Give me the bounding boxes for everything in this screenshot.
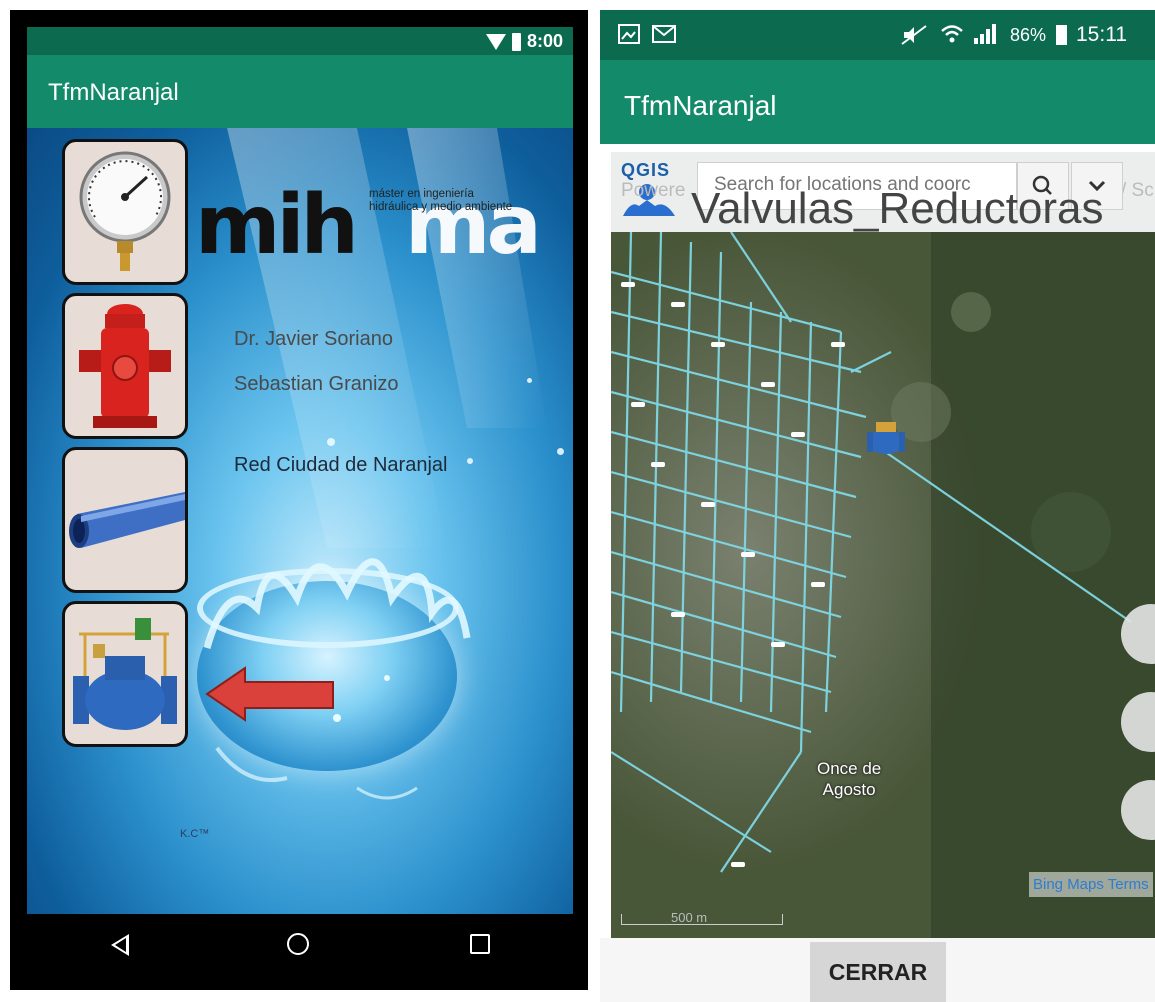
- home-icon[interactable]: [287, 933, 309, 955]
- place-label-line1: Once de: [817, 759, 882, 778]
- fire-hydrant-icon: [79, 304, 171, 428]
- water-splash-crown: [203, 558, 471, 800]
- pipe-icon: [69, 492, 185, 548]
- author-director: Dr. Javier Soriano: [234, 328, 393, 350]
- water-drop: [527, 378, 532, 383]
- right-phone-screen: 86% 15:11 TfmNaranjal QGIS Powere / Sc S…: [600, 10, 1155, 1002]
- left-status-bar: 8:00: [27, 27, 573, 55]
- signal-icon: [974, 24, 996, 44]
- close-button[interactable]: CERRAR: [810, 942, 946, 1002]
- mail-icon: [652, 25, 676, 43]
- logo-tagline-line1: máster en ingeniería: [369, 188, 474, 200]
- qgis-logo: QGIS: [621, 160, 671, 180]
- pressure-gauge-icon: [79, 151, 171, 271]
- network-title: Red Ciudad de Naranjal: [234, 454, 448, 476]
- gallery-icon: [618, 24, 640, 44]
- left-app-title: TfmNaranjal: [48, 79, 179, 106]
- logo-tagline-line2: hidráulica y medio ambiente: [369, 201, 513, 213]
- menu-tile-gauge[interactable]: [62, 139, 188, 285]
- watermark: K.C™: [180, 828, 210, 840]
- left-status-indicators: 8:00: [485, 31, 563, 52]
- water-drop: [327, 438, 335, 446]
- left-status-time: 8:00: [526, 31, 563, 51]
- logo-tagline: máster en ingeniería hidráulica y medio …: [369, 188, 512, 214]
- battery-percent: 86%: [1010, 25, 1047, 45]
- recent-apps-icon[interactable]: [470, 934, 490, 954]
- left-app-bar: TfmNaranjal: [27, 55, 573, 128]
- place-label-line2: Agosto: [822, 780, 876, 799]
- back-icon-inner: [115, 938, 126, 952]
- right-app-bar: TfmNaranjal: [600, 60, 1155, 144]
- author-student: Sebastian Granizo: [234, 373, 399, 395]
- water-drop: [557, 448, 564, 455]
- bing-attribution-link[interactable]: Bing Maps Terms: [1029, 872, 1153, 897]
- battery-icon: [1056, 25, 1067, 45]
- scale-label: 500 m: [671, 910, 708, 925]
- sources-text: / Sc: [1121, 180, 1154, 201]
- menu-tile-pipe[interactable]: [62, 447, 188, 593]
- menu-tile-pressure-valve[interactable]: [62, 601, 188, 747]
- layer-title: Valvulas_Reductoras: [691, 184, 1104, 233]
- red-arrow-pointer: [205, 666, 334, 722]
- water-drop: [467, 458, 473, 464]
- right-app-title: TfmNaranjal: [624, 90, 777, 121]
- logo-mih: mih: [195, 178, 359, 273]
- powered-by-text: Powere: [621, 180, 686, 201]
- wifi-icon: [485, 33, 506, 50]
- menu-tile-hydrant[interactable]: [62, 293, 188, 439]
- place-label: Once de Agosto: [817, 758, 881, 800]
- map-view[interactable]: QGIS Powere / Sc Valvulas_Reductoras Onc…: [611, 152, 1155, 938]
- right-status-bar: 86% 15:11: [600, 10, 1155, 60]
- battery-icon: [511, 32, 521, 51]
- left-phone-screen: 8:00 TfmNaranjal mih ma máster en ingeni…: [27, 27, 573, 977]
- right-status-time: 15:11: [1076, 23, 1127, 46]
- splash-content: mih ma máster en ingeniería hidráulica y…: [27, 128, 573, 914]
- left-nav-bar: [27, 914, 573, 977]
- mute-icon: [901, 25, 927, 45]
- wifi-icon: [941, 25, 963, 43]
- satellite-imagery: [611, 232, 1155, 938]
- pressure-reducing-valve-icon: [73, 618, 177, 730]
